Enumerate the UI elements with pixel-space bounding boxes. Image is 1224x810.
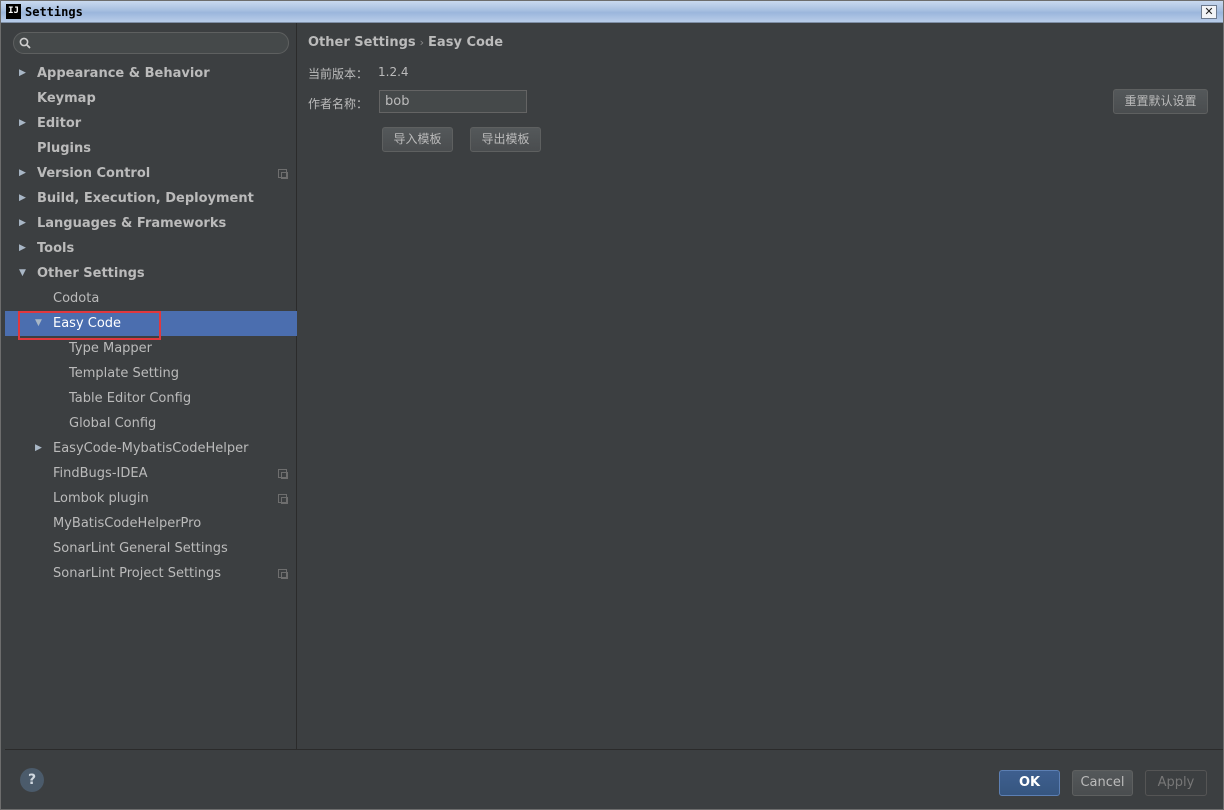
sidebar-item-label: Build, Execution, Deployment — [37, 191, 254, 206]
export-template-button[interactable]: 导出模板 — [470, 127, 541, 152]
sidebar-item-template-setting[interactable]: Template Setting — [5, 361, 297, 386]
sidebar-item-label: Table Editor Config — [69, 391, 192, 406]
intellij-logo-icon: IJ — [6, 4, 21, 19]
cancel-button[interactable]: Cancel — [1072, 770, 1133, 796]
sidebar-item-tools[interactable]: ▶ Tools — [5, 236, 297, 261]
ok-button[interactable]: OK — [999, 770, 1060, 796]
title-bar: IJ Settings ✕ — [1, 1, 1223, 23]
author-label: 作者名称： — [308, 97, 369, 111]
sidebar-item-label: Other Settings — [37, 266, 145, 281]
chevron-right-icon[interactable]: ▶ — [19, 236, 29, 261]
breadcrumb-current: Easy Code — [428, 35, 504, 50]
sidebar-item-label: Tools — [37, 241, 75, 256]
breadcrumb: Other Settings › Easy Code — [308, 35, 503, 50]
author-name-field[interactable]: bob — [379, 90, 527, 113]
sidebar-item-sonarlint-general-settings[interactable]: SonarLint General Settings — [5, 536, 297, 561]
chevron-right-icon[interactable]: ▶ — [19, 61, 29, 86]
sidebar-item-plugins[interactable]: Plugins — [5, 136, 297, 161]
sidebar-item-sonarlint-project-settings[interactable]: SonarLint Project Settings — [5, 561, 297, 586]
project-level-icon — [278, 569, 288, 579]
sidebar-item-label: Global Config — [69, 416, 157, 431]
sidebar-item-appearance-behavior[interactable]: ▶ Appearance & Behavior — [5, 61, 297, 86]
sidebar-item-findbugs-idea[interactable]: FindBugs-IDEA — [5, 461, 297, 486]
apply-button[interactable]: Apply — [1145, 770, 1207, 796]
sidebar-item-easycode-mybatiscodehelper[interactable]: ▶ EasyCode-MybatisCodeHelper — [5, 436, 297, 461]
sidebar-item-label: SonarLint Project Settings — [53, 566, 222, 581]
chevron-right-icon[interactable]: ▶ — [35, 436, 45, 461]
chevron-right-icon[interactable]: ▶ — [19, 186, 29, 211]
sidebar-item-label: Editor — [37, 116, 82, 131]
sidebar-item-lombok-plugin[interactable]: Lombok plugin — [5, 486, 297, 511]
sidebar-item-other-settings[interactable]: ▼ Other Settings — [5, 261, 297, 286]
sidebar-item-version-control[interactable]: ▶ Version Control — [5, 161, 297, 186]
sidebar-item-label: Lombok plugin — [53, 491, 149, 506]
chevron-right-icon[interactable]: ▶ — [19, 211, 29, 236]
project-level-icon — [278, 169, 288, 179]
project-level-icon — [278, 494, 288, 504]
sidebar-item-label: SonarLint General Settings — [53, 541, 228, 556]
version-value: 1.2.4 — [378, 65, 409, 79]
chevron-down-icon[interactable]: ▼ — [19, 261, 29, 286]
reset-defaults-button[interactable]: 重置默认设置 — [1113, 89, 1208, 114]
help-icon[interactable]: ? — [20, 768, 44, 792]
close-button[interactable]: ✕ — [1201, 5, 1217, 19]
sidebar-item-mybatiscodehelperpro[interactable]: MyBatisCodeHelperPro — [5, 511, 297, 536]
window-title: Settings — [25, 5, 83, 19]
breadcrumb-separator: › — [419, 36, 425, 49]
sidebar-item-table-editor-config[interactable]: Table Editor Config — [5, 386, 297, 411]
highlight-annotation — [18, 311, 161, 340]
sidebar-item-languages-frameworks[interactable]: ▶ Languages & Frameworks — [5, 211, 297, 236]
breadcrumb-parent: Other Settings — [308, 35, 416, 50]
sidebar-item-editor[interactable]: ▶ Editor — [5, 111, 297, 136]
sidebar-item-global-config[interactable]: Global Config — [5, 411, 297, 436]
chevron-right-icon[interactable]: ▶ — [19, 111, 29, 136]
settings-window: IJ Settings ✕ ▶ Appearance & Behavior Keym… — [0, 0, 1224, 810]
sidebar-item-codota[interactable]: Codota — [5, 286, 297, 311]
search-input[interactable] — [13, 32, 289, 54]
import-template-button[interactable]: 导入模板 — [382, 127, 453, 152]
sidebar-item-label: Languages & Frameworks — [37, 216, 227, 231]
sidebar-item-label: Keymap — [37, 91, 96, 106]
sidebar-item-label: Codota — [53, 291, 100, 306]
sidebar-item-label: Template Setting — [69, 366, 179, 381]
chevron-right-icon[interactable]: ▶ — [19, 161, 29, 186]
dialog-footer: ? OK Cancel Apply — [5, 749, 1223, 809]
sidebar-item-label: Version Control — [37, 166, 151, 181]
project-level-icon — [278, 469, 288, 479]
settings-sidebar: ▶ Appearance & Behavior Keymap ▶ Editor Plugi… — [5, 23, 297, 749]
sidebar-item-label: MyBatisCodeHelperPro — [53, 516, 202, 531]
search-icon — [19, 37, 31, 49]
version-label: 当前版本： — [308, 67, 369, 81]
sidebar-item-label: Appearance & Behavior — [37, 66, 210, 81]
sidebar-item-label: FindBugs-IDEA — [53, 466, 148, 481]
sidebar-item-label: EasyCode-MybatisCodeHelper — [53, 441, 249, 456]
sidebar-item-label: Plugins — [37, 141, 91, 156]
sidebar-item-build-execution-deployment[interactable]: ▶ Build, Execution, Deployment — [5, 186, 297, 211]
settings-content: Other Settings › Easy Code 当前版本： 1.2.4 作者名… — [298, 23, 1223, 749]
sidebar-item-keymap[interactable]: Keymap — [5, 86, 297, 111]
